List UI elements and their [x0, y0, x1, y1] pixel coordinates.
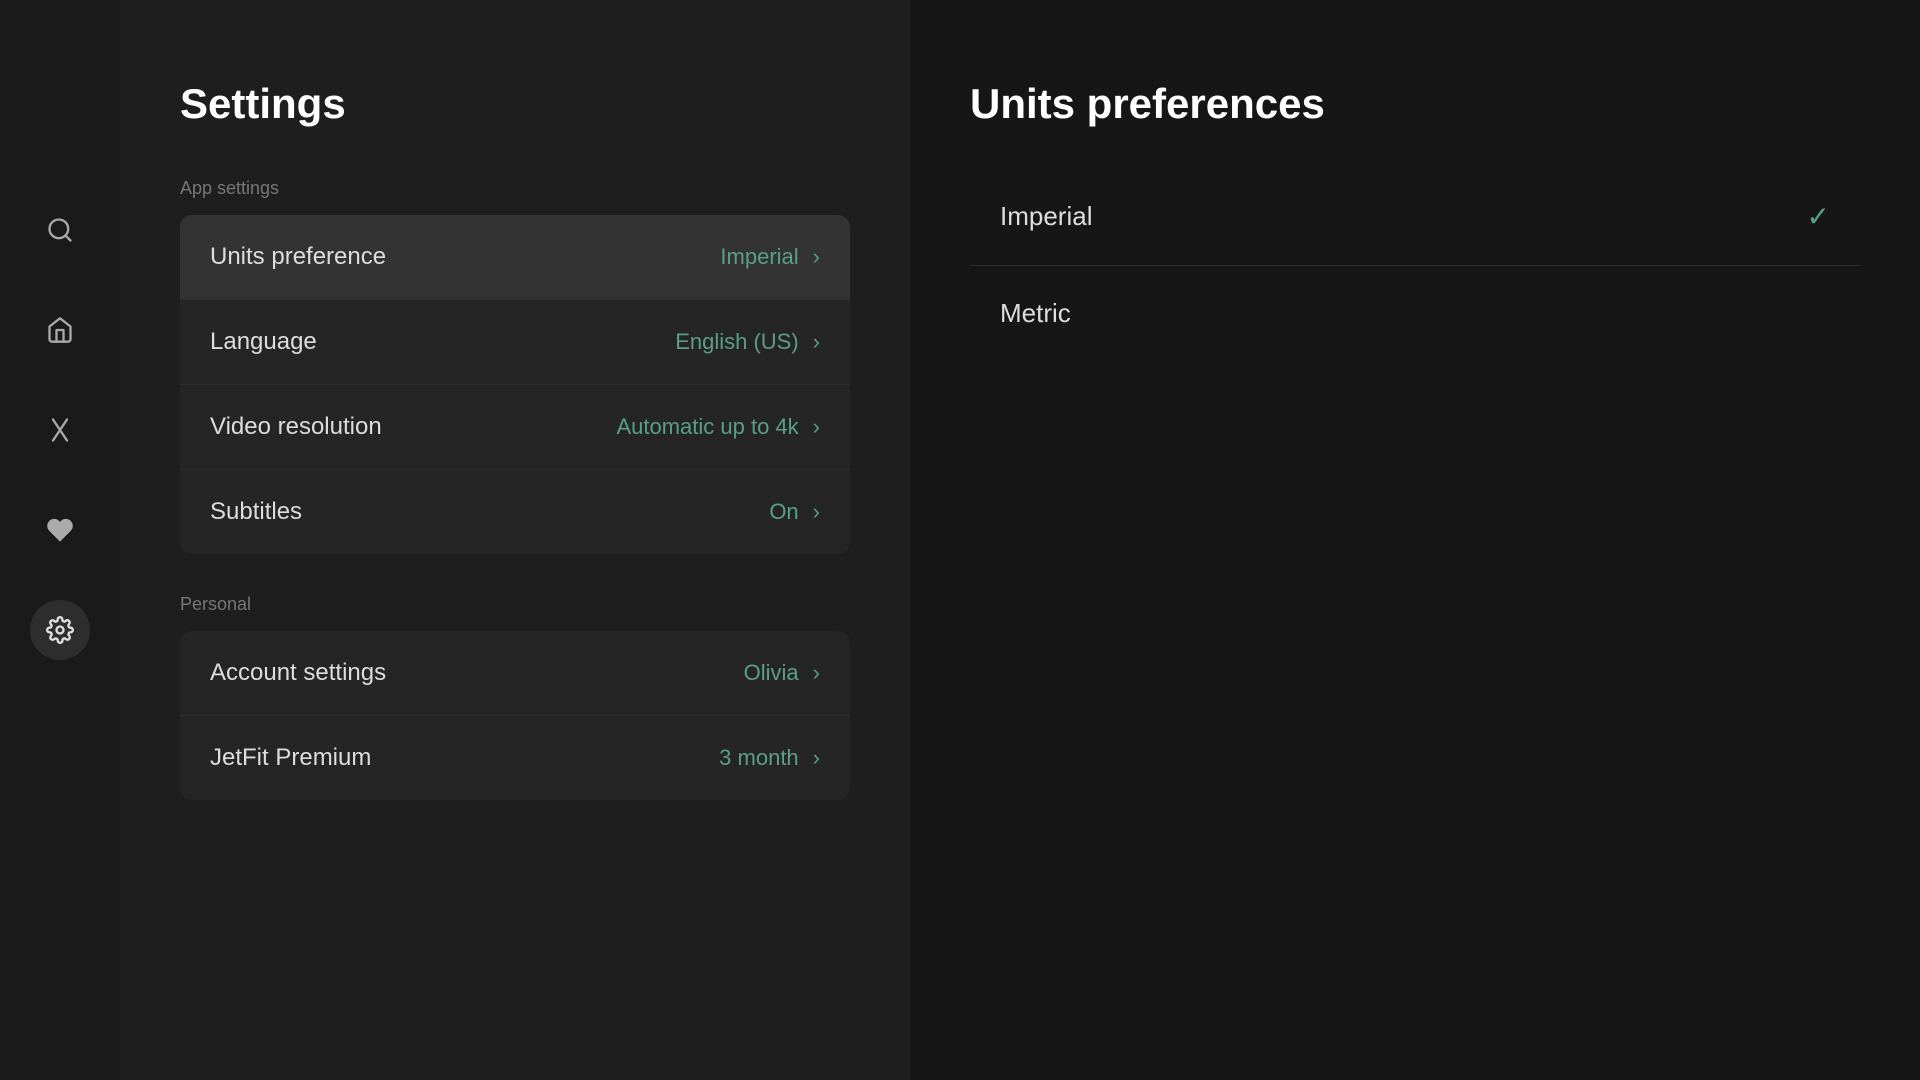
subtitles-item[interactable]: Subtitles On › — [180, 470, 850, 554]
account-settings-chevron: › — [813, 660, 820, 686]
subtitles-chevron: › — [813, 499, 820, 525]
language-value-group: English (US) › — [675, 329, 820, 355]
settings-nav-icon[interactable] — [30, 600, 90, 660]
video-resolution-label: Video resolution — [210, 413, 382, 441]
language-chevron: › — [813, 329, 820, 355]
language-label: Language — [210, 328, 317, 356]
jetfit-premium-label: JetFit Premium — [210, 744, 371, 772]
subtitles-value-group: On › — [769, 499, 820, 525]
workout-icon[interactable] — [30, 400, 90, 460]
units-preference-value-group: Imperial › — [720, 244, 820, 270]
units-options-list: Imperial ✓ Metric — [970, 168, 1860, 361]
settings-panel: Settings App settings Units preference I… — [120, 0, 910, 1080]
units-preference-value: Imperial — [720, 244, 798, 270]
units-preference-item[interactable]: Units preference Imperial › — [180, 215, 850, 300]
right-panel-title: Units preferences — [970, 80, 1860, 128]
subtitles-label: Subtitles — [210, 498, 302, 526]
jetfit-premium-item[interactable]: JetFit Premium 3 month › — [180, 716, 850, 800]
page-title: Settings — [180, 80, 850, 128]
subtitles-value: On — [769, 499, 798, 525]
account-settings-label: Account settings — [210, 659, 386, 687]
video-resolution-value-group: Automatic up to 4k › — [616, 414, 820, 440]
video-resolution-chevron: › — [813, 414, 820, 440]
language-item[interactable]: Language English (US) › — [180, 300, 850, 385]
favorites-icon[interactable] — [30, 500, 90, 560]
account-settings-item[interactable]: Account settings Olivia › — [180, 631, 850, 716]
jetfit-premium-value-group: 3 month › — [719, 745, 820, 771]
imperial-check-icon: ✓ — [1807, 200, 1830, 233]
home-icon[interactable] — [30, 300, 90, 360]
app-settings-label: App settings — [180, 178, 850, 199]
personal-label: Personal — [180, 594, 850, 615]
sidebar — [0, 0, 120, 1080]
account-settings-value: Olivia — [744, 660, 799, 686]
search-icon[interactable] — [30, 200, 90, 260]
metric-label: Metric — [1000, 298, 1071, 329]
jetfit-premium-value: 3 month — [719, 745, 799, 771]
right-panel: Units preferences Imperial ✓ Metric — [910, 0, 1920, 1080]
jetfit-premium-chevron: › — [813, 745, 820, 771]
units-preference-chevron: › — [813, 244, 820, 270]
language-value: English (US) — [675, 329, 798, 355]
imperial-label: Imperial — [1000, 201, 1092, 232]
units-preference-label: Units preference — [210, 243, 386, 271]
personal-settings-list: Account settings Olivia › JetFit Premium… — [180, 631, 850, 800]
video-resolution-value: Automatic up to 4k — [616, 414, 798, 440]
imperial-option[interactable]: Imperial ✓ — [970, 168, 1860, 266]
app-settings-list: Units preference Imperial › Language Eng… — [180, 215, 850, 554]
account-settings-value-group: Olivia › — [744, 660, 820, 686]
video-resolution-item[interactable]: Video resolution Automatic up to 4k › — [180, 385, 850, 470]
metric-option[interactable]: Metric — [970, 266, 1860, 361]
